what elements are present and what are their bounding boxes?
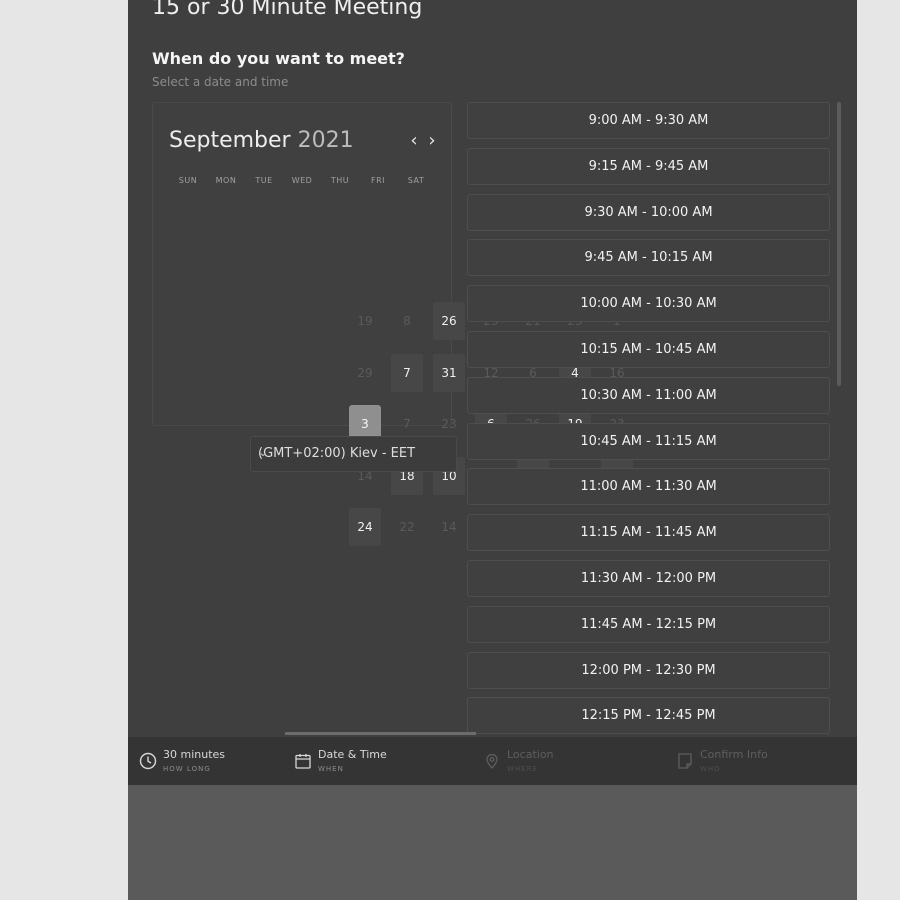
- calendar-day: 29: [357, 366, 373, 380]
- weekday-label: MON: [215, 176, 237, 185]
- panel-footer-area: [128, 785, 857, 900]
- calendar-day[interactable]: 31: [433, 354, 465, 392]
- step-duration-label: 30 minutes: [163, 748, 226, 761]
- time-slot-button[interactable]: 10:30 AM - 11:00 AM: [467, 376, 830, 414]
- location-pin-icon: [486, 753, 498, 769]
- document-icon: [678, 753, 692, 769]
- step-duration-sub: HOW LONG: [163, 765, 211, 773]
- active-step-indicator: [285, 732, 476, 735]
- weekday-label: THU: [330, 176, 350, 185]
- section-hint: Select a date and time: [152, 75, 289, 89]
- time-slot-button[interactable]: 10:15 AM - 10:45 AM: [467, 331, 830, 368]
- clock-icon: [139, 752, 157, 770]
- calendar-day: 8: [403, 314, 411, 328]
- calendar-day: 14: [441, 520, 457, 534]
- weekday-label: SUN: [178, 176, 198, 185]
- previous-month-button[interactable]: ‹: [406, 131, 422, 151]
- time-slot-button[interactable]: 10:45 AM - 11:15 AM: [467, 422, 830, 460]
- calendar-day[interactable]: 7: [391, 354, 423, 392]
- time-slot-button[interactable]: 11:15 AM - 11:45 AM: [467, 514, 830, 552]
- calendar-year: 2021: [297, 128, 354, 153]
- time-slot-button[interactable]: 12:15 PM - 12:45 PM: [467, 697, 830, 735]
- page-title: 15 or 30 Minute Meeting: [152, 0, 423, 20]
- calendar-month-title: September 2021: [169, 128, 354, 153]
- time-slot-button[interactable]: 11:30 AM - 12:00 PM: [467, 560, 830, 597]
- step-confirm-info-sub: WHO: [700, 765, 721, 773]
- weekday-label: WED: [291, 176, 313, 185]
- next-month-button[interactable]: ›: [424, 131, 440, 151]
- weekday-label: FRI: [370, 176, 386, 185]
- time-slot-button[interactable]: 9:45 AM - 10:15 AM: [467, 239, 830, 277]
- step-date-time-label: Date & Time: [318, 748, 387, 761]
- time-slot-button[interactable]: 9:30 AM - 10:00 AM: [467, 193, 830, 231]
- step-confirm-info-label: Confirm Info: [700, 748, 768, 761]
- time-slot-scrollbar-thumb[interactable]: [837, 102, 841, 386]
- calendar-day: 22: [399, 520, 415, 534]
- weekday-label: SAT: [407, 176, 425, 185]
- time-slot-button[interactable]: 12:00 PM - 12:30 PM: [467, 651, 830, 689]
- time-slot-button[interactable]: 11:45 AM - 12:15 PM: [467, 605, 830, 643]
- weekday-label: TUE: [255, 176, 273, 185]
- chevron-down-icon: ⌄: [258, 445, 269, 459]
- calendar-month-name: September: [169, 128, 291, 153]
- time-slot-button[interactable]: 11:00 AM - 11:30 AM: [467, 468, 830, 506]
- time-slot-button[interactable]: 9:00 AM - 9:30 AM: [467, 102, 830, 139]
- calendar-day[interactable]: 26: [433, 302, 465, 340]
- calendar-day[interactable]: 24: [349, 508, 381, 546]
- time-slot-button[interactable]: 9:15 AM - 9:45 AM: [467, 147, 830, 185]
- section-heading: When do you want to meet?: [152, 49, 405, 68]
- time-slot-button[interactable]: 10:00 AM - 10:30 AM: [467, 285, 830, 323]
- calendar-day: 19: [357, 314, 373, 328]
- calendar-icon: [295, 754, 311, 769]
- timezone-select[interactable]: (GMT+02:00) Kiev - EET ⌄: [250, 436, 457, 472]
- step-date-time-sub: WHEN: [318, 765, 344, 773]
- step-location-label: Location: [507, 748, 554, 761]
- step-location-sub: WHERE: [507, 765, 538, 773]
